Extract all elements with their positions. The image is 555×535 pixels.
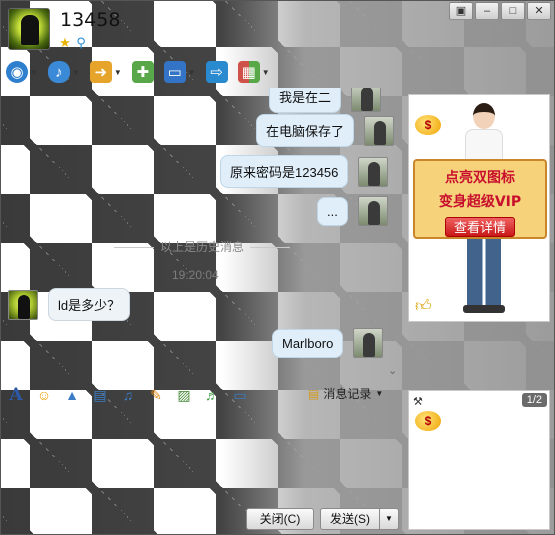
new-chat-button[interactable]: ✚ xyxy=(131,61,154,83)
history-button-label: 消息记录 xyxy=(323,387,372,401)
image-icon[interactable]: ▨ xyxy=(174,386,194,404)
message-sent: 原来密码是123456 xyxy=(220,155,389,188)
ad-headline: 点亮双图标 xyxy=(445,170,515,186)
coin-icon[interactable]: $ xyxy=(415,411,441,431)
coin-icon: $ xyxy=(415,115,441,135)
ad-subheadline: 变身超级VIP xyxy=(438,194,522,210)
share-screen-icon: ⇨ xyxy=(205,61,228,83)
my-avatar[interactable] xyxy=(358,156,389,187)
message-bubble: ld是多少？ xyxy=(48,288,131,321)
font-icon[interactable]: A xyxy=(6,386,26,404)
contact-avatar[interactable] xyxy=(8,8,50,50)
window-controls: ▣ – □ ✕ xyxy=(449,2,551,20)
bottom-bar: 关闭(C) 发送(S) ▼ xyxy=(0,503,404,535)
chevron-down-icon[interactable]: ▼ xyxy=(30,68,38,77)
scribble-icon[interactable]: ✎ xyxy=(146,386,166,404)
send-button[interactable]: 发送(S) xyxy=(320,508,380,530)
message-history-button[interactable]: ▤ 消息记录 ▼ xyxy=(308,385,383,402)
restore-icon[interactable]: ▣ xyxy=(449,2,473,20)
microphone-icon: ♪ xyxy=(47,61,70,83)
message-bubble: 在电脑保存了 xyxy=(256,114,355,147)
magic-icon[interactable]: ▲ xyxy=(62,386,82,404)
maximize-icon[interactable]: □ xyxy=(501,2,525,20)
ad-details-button[interactable]: 查看详情 xyxy=(445,217,515,237)
new-chat-icon: ✚ xyxy=(131,61,154,83)
contact-avatar-small[interactable] xyxy=(8,289,38,320)
side-panel: ⚒ 1/2 $ xyxy=(408,390,550,530)
title-bar: 13458 ★ ⚲ ▣ – □ ✕ xyxy=(0,0,555,54)
tool-icon[interactable]: ⚒ xyxy=(413,395,423,408)
send-options-button[interactable]: ▼ xyxy=(379,508,399,530)
webcam-icon: ◉ xyxy=(6,61,28,83)
emoji-icon[interactable]: ☺ xyxy=(34,386,54,404)
thumbs-up-icon[interactable]: 👍︎ xyxy=(415,297,432,316)
webcam-button[interactable]: ◉ ▼ xyxy=(6,61,38,83)
chevron-down-icon[interactable]: ▼ xyxy=(188,68,196,77)
chevron-down-icon[interactable]: ▼ xyxy=(262,68,270,77)
minimize-icon[interactable]: – xyxy=(475,2,499,20)
chevron-down-icon[interactable]: ▼ xyxy=(375,389,383,398)
ad-banner: 点亮双图标 变身超级VIP 查看详情 xyxy=(413,159,547,239)
file-transfer-button[interactable]: ➜ ▼ xyxy=(89,61,122,83)
my-avatar[interactable] xyxy=(351,88,382,112)
ad-panel[interactable]: $ 点亮双图标 变身超级VIP 查看详情 👍︎ xyxy=(408,94,550,322)
history-icon: ▤ xyxy=(308,386,320,401)
collapse-icon[interactable]: ⌄ xyxy=(388,364,397,377)
file-transfer-icon: ➜ xyxy=(89,61,112,83)
my-avatar[interactable] xyxy=(364,115,395,146)
message-bubble: 我是在二 xyxy=(269,88,342,113)
message-timestamp: 19:20:04 xyxy=(172,268,219,282)
chat-toolbar: ◉ ▼ ♪ ▼ ➜ ▼ ✚ ▭ ▼ ⇨ ▦ ▼ xyxy=(6,58,280,86)
message-sent: Marlboro xyxy=(272,328,384,358)
message-bubble: Marlboro xyxy=(272,328,344,358)
remote-desktop-icon: ▭ xyxy=(163,61,186,83)
message-sent: ... xyxy=(317,196,388,226)
message-bubble: ... xyxy=(317,196,348,226)
message-received: ld是多少？ xyxy=(8,288,131,321)
history-divider: 以上是历史消息 xyxy=(0,238,404,255)
my-avatar[interactable] xyxy=(357,196,388,226)
star-icon[interactable]: ★ xyxy=(58,36,72,50)
close-icon[interactable]: ✕ xyxy=(527,2,551,20)
voice-icon[interactable]: ♫ xyxy=(118,386,138,404)
remote-desktop-button[interactable]: ▭ ▼ xyxy=(163,61,196,83)
share-screen-button[interactable]: ⇨ xyxy=(205,61,228,83)
message-sent: 在电脑保存了 xyxy=(256,114,395,147)
contact-name: 13458 xyxy=(60,9,121,31)
close-button[interactable]: 关闭(C) xyxy=(246,508,314,530)
message-bubble: 原来密码是123456 xyxy=(220,155,349,188)
my-avatar[interactable] xyxy=(353,328,384,358)
chevron-down-icon[interactable]: ▼ xyxy=(72,68,80,77)
message-history[interactable]: 我是在二 在电脑保存了 原来密码是123456 ... 以上是历史消息 19:2… xyxy=(0,88,404,382)
contact-status-icons: ★ ⚲ xyxy=(58,36,88,50)
microphone-button[interactable]: ♪ ▼ xyxy=(47,61,80,83)
wand-icon[interactable]: ⚲ xyxy=(74,36,88,50)
apps-button[interactable]: ▦ ▼ xyxy=(237,61,270,83)
chevron-down-icon[interactable]: ▼ xyxy=(114,68,122,77)
message-sent: 我是在二 xyxy=(269,88,382,113)
music-icon[interactable]: ♬ xyxy=(202,386,222,404)
screenshot-icon[interactable]: ▤ xyxy=(90,386,110,404)
page-indicator[interactable]: 1/2 xyxy=(521,393,547,407)
remote-icon[interactable]: ▭ xyxy=(230,386,250,404)
message-input[interactable] xyxy=(0,408,404,502)
apps-grid-icon: ▦ xyxy=(237,61,260,83)
